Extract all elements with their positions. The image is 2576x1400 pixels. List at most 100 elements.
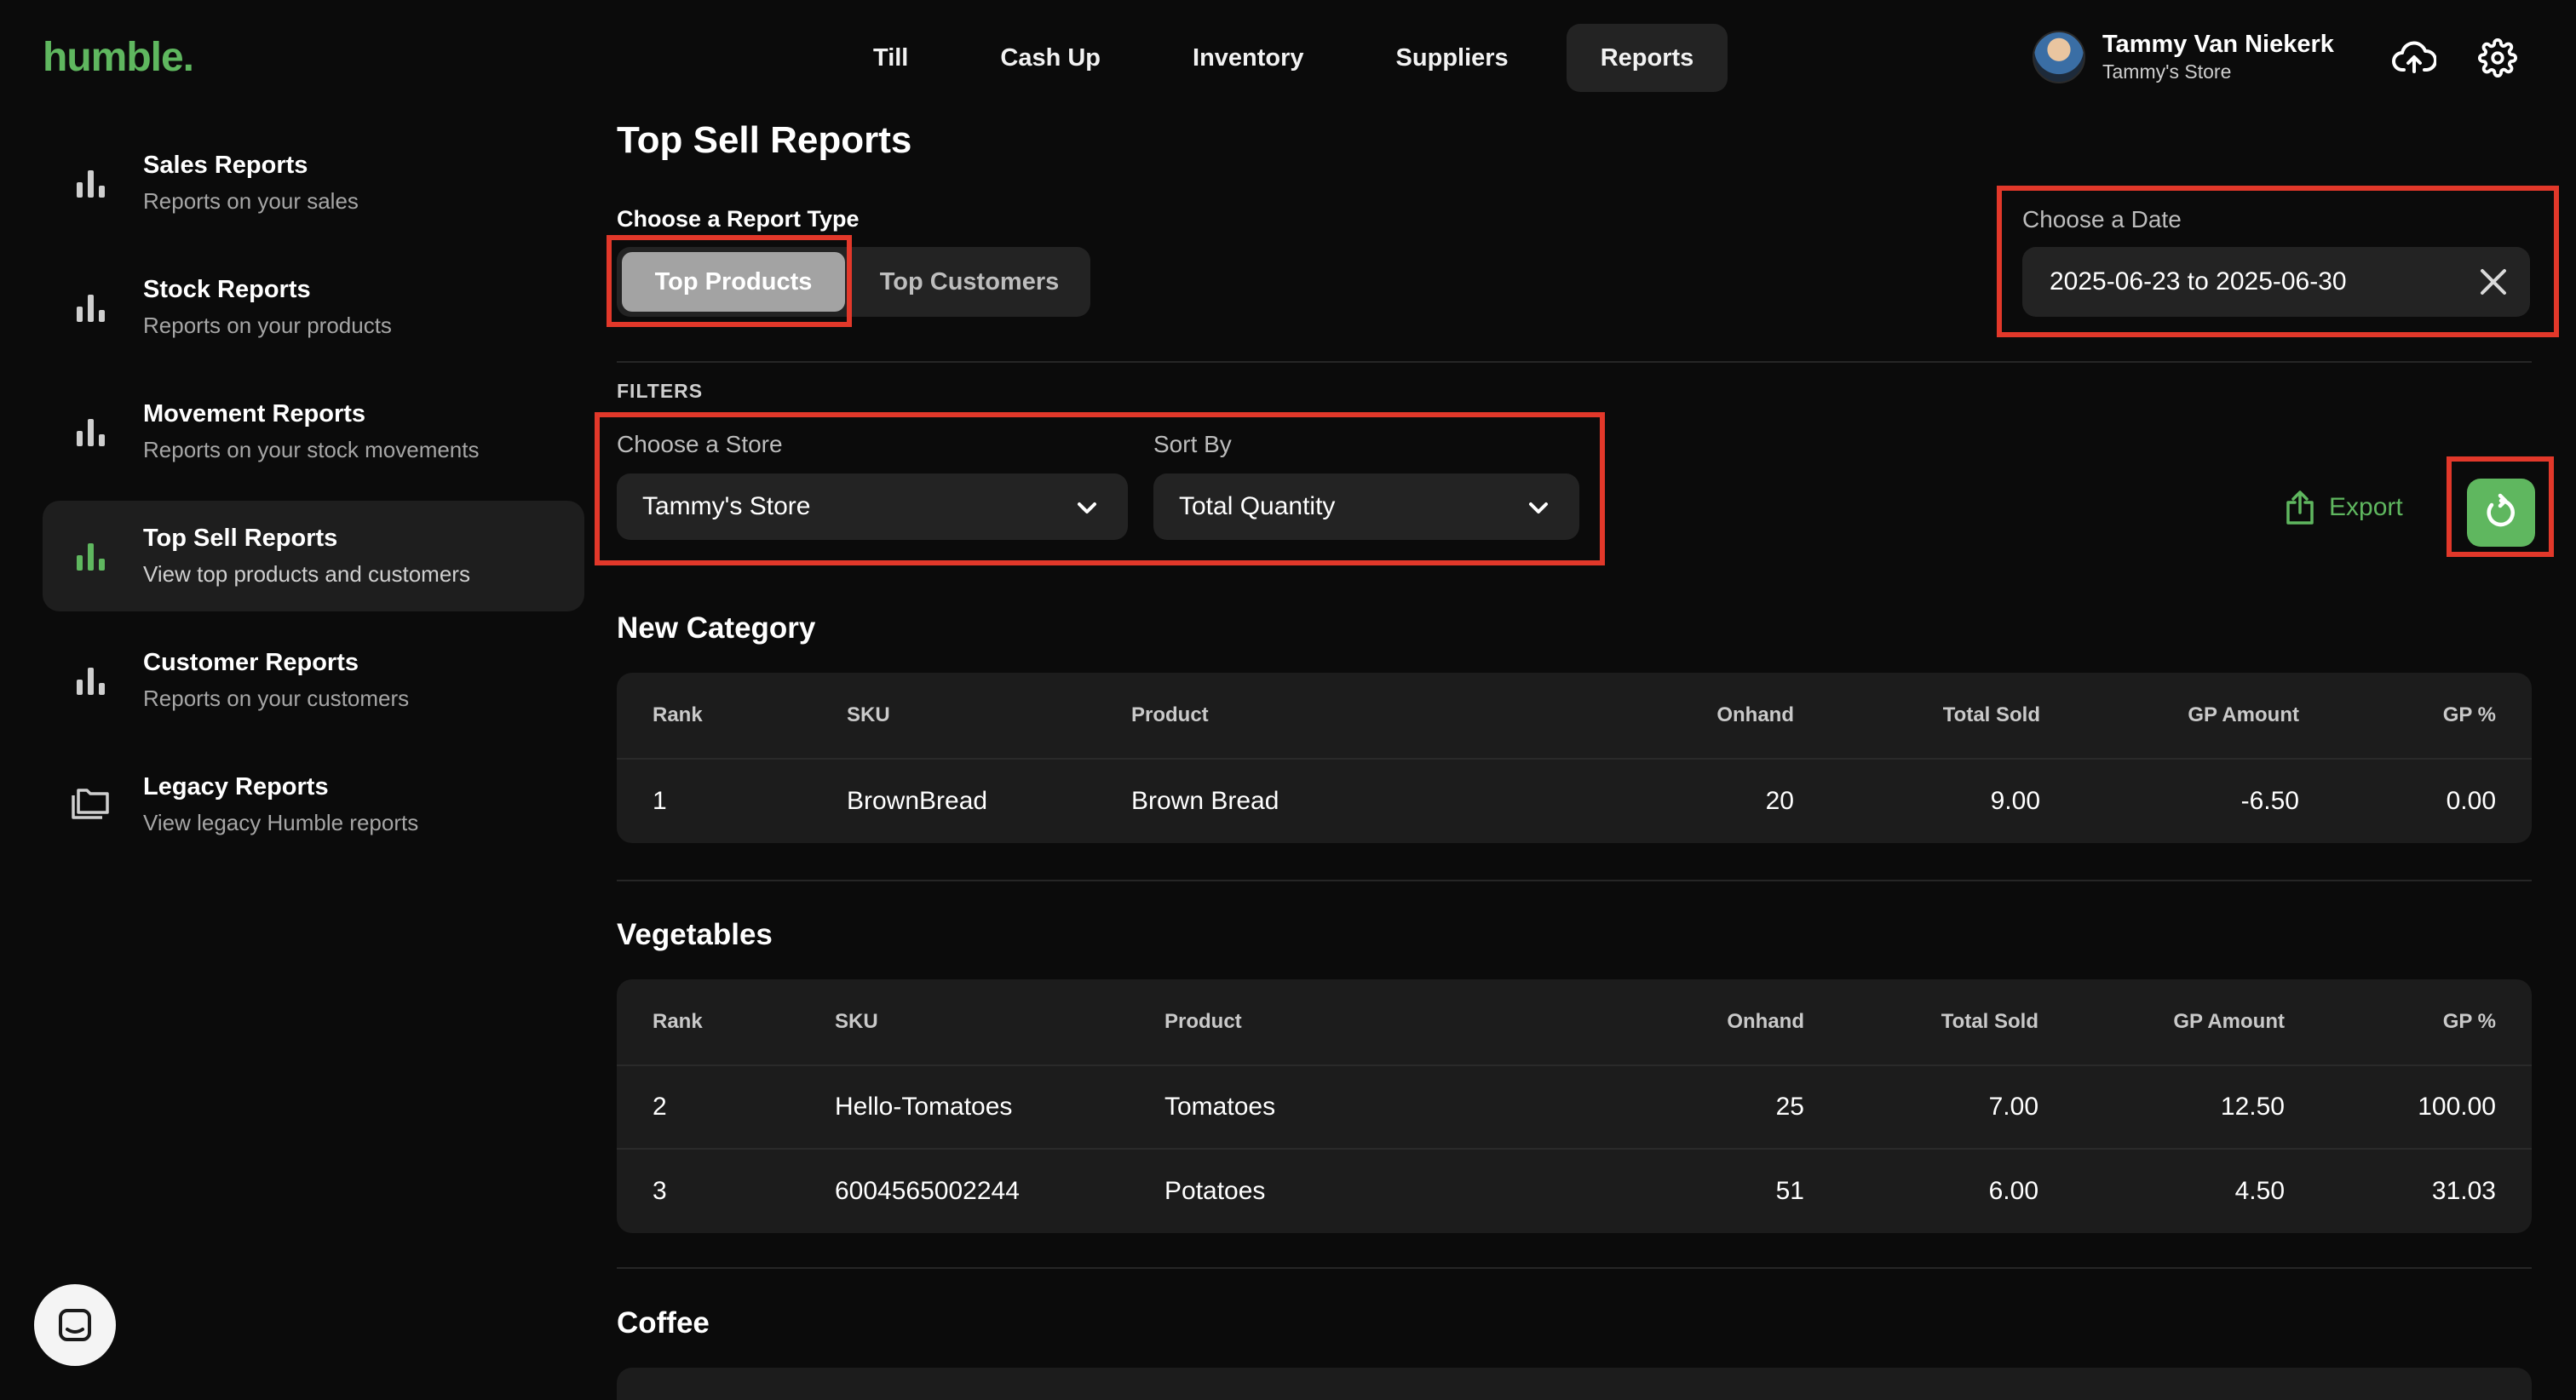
nav-reports[interactable]: Reports xyxy=(1566,24,1728,92)
export-label: Export xyxy=(2329,493,2403,521)
sidebar-item-title: Movement Reports xyxy=(143,400,366,427)
nav-suppliers[interactable]: Suppliers xyxy=(1362,24,1543,92)
humble-logo[interactable]: humble. xyxy=(43,34,194,81)
sidebar-item-title: Legacy Reports xyxy=(143,773,329,800)
col-gp-pct-header[interactable]: GP % xyxy=(2443,673,2496,758)
nav-inventory[interactable]: Inventory xyxy=(1159,24,1338,92)
col-sku-header[interactable]: SKU xyxy=(835,979,878,1064)
export-button[interactable]: Export xyxy=(2285,489,2403,526)
page-title: Top Sell Reports xyxy=(617,119,912,161)
cell-gp-pct: 0.00 xyxy=(2446,787,2496,815)
divider xyxy=(617,361,2532,363)
table-header-row: Rank SKU Product Onhand Total Sold GP Am… xyxy=(617,673,2532,760)
sidebar-item-title: Sales Reports xyxy=(143,152,308,179)
category-table xyxy=(617,1368,2532,1400)
user-name: Tammy Van Niekerk xyxy=(2102,31,2334,58)
folders-icon xyxy=(72,789,109,819)
top-nav: Till Cash Up Inventory Suppliers Reports xyxy=(839,24,1728,92)
sidebar-item-movement-reports[interactable]: Movement Reports Reports on your stock m… xyxy=(43,376,584,487)
col-product-header[interactable]: Product xyxy=(1164,979,1242,1064)
cell-gp-pct: 100.00 xyxy=(2418,1093,2496,1121)
sidebar-item-title: Top Sell Reports xyxy=(143,525,338,552)
sidebar-item-customer-reports[interactable]: Customer Reports Reports on your custome… xyxy=(43,625,584,736)
sidebar: Sales Reports Reports on your sales Stoc… xyxy=(43,128,584,874)
category-title: Vegetables xyxy=(617,918,773,951)
sidebar-item-subtitle: Reports on your sales xyxy=(143,188,359,214)
bar-chart-icon xyxy=(77,668,105,695)
sidebar-item-sales-reports[interactable]: Sales Reports Reports on your sales xyxy=(43,128,584,238)
cell-total-sold: 7.00 xyxy=(1988,1093,2038,1121)
col-product-header[interactable]: Product xyxy=(1131,673,1209,758)
user-profile[interactable]: Tammy Van Niekerk Tammy's Store xyxy=(2033,31,2334,83)
table-header-row: Rank SKU Product Onhand Total Sold GP Am… xyxy=(617,979,2532,1066)
col-rank-header[interactable]: Rank xyxy=(653,979,703,1064)
col-gp-pct-header[interactable]: GP % xyxy=(2443,979,2496,1064)
report-type-toggle: Top Products Top Customers xyxy=(617,247,1090,317)
cell-onhand: 20 xyxy=(1765,787,1794,815)
sidebar-item-subtitle: Reports on your stock movements xyxy=(143,437,480,462)
clear-x-icon[interactable] xyxy=(2475,264,2511,300)
table-row[interactable]: 2 Hello-Tomatoes Tomatoes 25 7.00 12.50 … xyxy=(617,1066,2532,1150)
col-gp-amount-header[interactable]: GP Amount xyxy=(2173,979,2285,1064)
filters-label: FILTERS xyxy=(617,380,704,402)
refresh-button[interactable] xyxy=(2467,479,2535,547)
chevron-down-icon xyxy=(1078,502,1096,514)
sort-by-select[interactable]: Total Quantity xyxy=(1153,473,1579,540)
nav-till[interactable]: Till xyxy=(839,24,942,92)
sidebar-item-subtitle: View legacy Humble reports xyxy=(143,810,419,835)
col-onhand-header[interactable]: Onhand xyxy=(1716,673,1794,758)
col-gp-amount-header[interactable]: GP Amount xyxy=(2188,673,2299,758)
cell-rank: 3 xyxy=(653,1177,667,1205)
settings-gear-icon[interactable] xyxy=(2474,34,2521,82)
col-sku-header[interactable]: SKU xyxy=(847,673,890,758)
table-row[interactable]: 3 6004565002244 Potatoes 51 6.00 4.50 31… xyxy=(617,1150,2532,1233)
col-rank-header[interactable]: Rank xyxy=(653,673,703,758)
col-onhand-header[interactable]: Onhand xyxy=(1727,979,1804,1064)
cell-sku: BrownBread xyxy=(847,787,988,815)
bar-chart-icon xyxy=(77,170,105,198)
store-select[interactable]: Tammy's Store xyxy=(617,473,1128,540)
category-table: Rank SKU Product Onhand Total Sold GP Am… xyxy=(617,673,2532,843)
sidebar-item-top-sell-reports[interactable]: Top Sell Reports View top products and c… xyxy=(43,501,584,611)
cell-total-sold: 6.00 xyxy=(1988,1177,2038,1205)
cell-onhand: 51 xyxy=(1775,1177,1804,1205)
date-range-value: 2025-06-23 to 2025-06-30 xyxy=(2050,267,2347,295)
sort-by-value: Total Quantity xyxy=(1179,492,1336,520)
col-total-sold-header[interactable]: Total Sold xyxy=(1941,979,2038,1064)
top-products-tab[interactable]: Top Products xyxy=(622,252,845,312)
bar-chart-icon xyxy=(77,295,105,322)
sort-label: Sort By xyxy=(1153,431,1232,457)
sidebar-item-text: Customer Reports Reports on your custome… xyxy=(143,649,409,712)
user-info: Tammy Van Niekerk Tammy's Store xyxy=(2102,31,2334,83)
bar-chart-icon xyxy=(77,543,105,571)
cell-gp-amount: -6.50 xyxy=(2240,787,2299,815)
chevron-down-icon xyxy=(1529,502,1548,514)
sidebar-item-subtitle: Reports on your products xyxy=(143,313,392,338)
cell-gp-amount: 12.50 xyxy=(2220,1093,2285,1121)
sidebar-item-legacy-reports[interactable]: Legacy Reports View legacy Humble report… xyxy=(43,749,584,860)
cell-sku: 6004565002244 xyxy=(835,1177,1020,1205)
sidebar-item-title: Stock Reports xyxy=(143,276,311,303)
cell-product: Potatoes xyxy=(1164,1177,1266,1205)
user-store: Tammy's Store xyxy=(2102,60,2232,83)
category-title: Coffee xyxy=(617,1306,710,1340)
refresh-icon xyxy=(2487,493,2515,527)
date-range-field[interactable]: 2025-06-23 to 2025-06-30 xyxy=(2022,247,2530,317)
chat-support-button[interactable] xyxy=(34,1284,116,1366)
cloud-upload-icon[interactable] xyxy=(2390,34,2438,82)
category-table: Rank SKU Product Onhand Total Sold GP Am… xyxy=(617,979,2532,1233)
table-row[interactable]: 1 BrownBread Brown Bread 20 9.00 -6.50 0… xyxy=(617,760,2532,843)
nav-cash-up[interactable]: Cash Up xyxy=(966,24,1135,92)
avatar xyxy=(2033,31,2085,83)
divider xyxy=(617,1267,2532,1269)
col-total-sold-header[interactable]: Total Sold xyxy=(1943,673,2040,758)
sidebar-item-stock-reports[interactable]: Stock Reports Reports on your products xyxy=(43,252,584,363)
store-select-value: Tammy's Store xyxy=(642,492,811,520)
sidebar-item-text: Stock Reports Reports on your products xyxy=(143,276,392,339)
top-customers-tab[interactable]: Top Customers xyxy=(854,252,1085,312)
bar-chart-icon xyxy=(77,419,105,446)
chat-icon xyxy=(59,1309,91,1341)
cell-sku: Hello-Tomatoes xyxy=(835,1093,1013,1121)
sidebar-item-subtitle: Reports on your customers xyxy=(143,686,410,711)
cell-onhand: 25 xyxy=(1775,1093,1804,1121)
